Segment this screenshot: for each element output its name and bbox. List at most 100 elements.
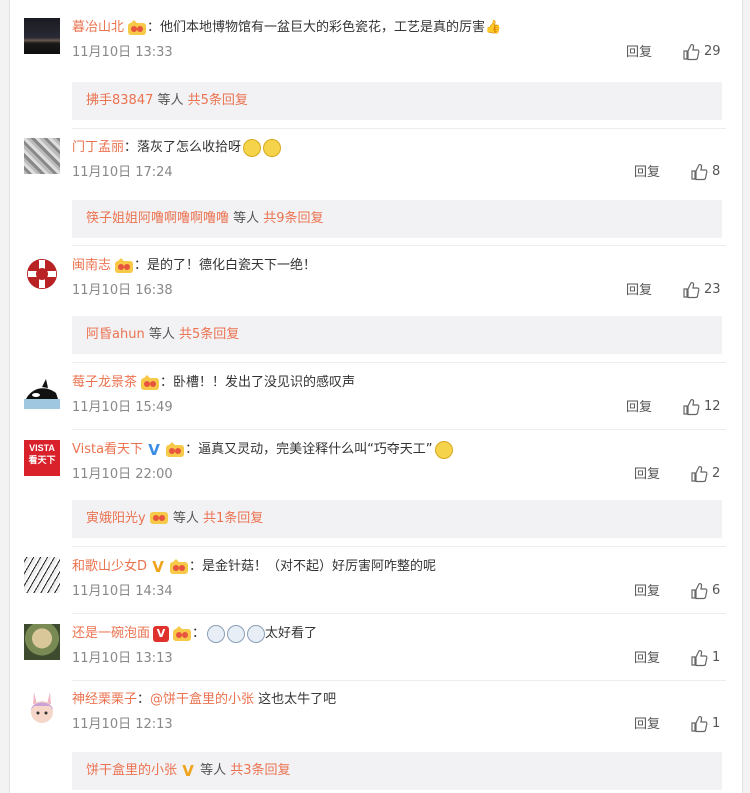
- mention-link[interactable]: @饼干盒里的小张: [150, 692, 254, 707]
- comment-time: 11月10日 17:24: [72, 165, 173, 180]
- divider: [72, 546, 726, 547]
- laugh-cry-emoji-icon: [263, 138, 282, 157]
- reply-button[interactable]: 回复: [634, 583, 660, 601]
- comment-time: 11月10日 13:13: [72, 651, 173, 666]
- thinking-emoji-icon: [434, 440, 453, 459]
- username-link[interactable]: 暮冶山北: [72, 20, 124, 35]
- avatar-logo-text: VISTA: [29, 443, 55, 453]
- vista-logo-avatar[interactable]: VISTA 看天下: [24, 440, 60, 476]
- reply-button[interactable]: 回复: [634, 716, 660, 734]
- comment-time: 11月10日 15:49: [72, 400, 173, 415]
- sub-reply-user[interactable]: 筷子姐姐阿噜啊噜啊噜噜: [86, 211, 229, 226]
- reply-button[interactable]: 回复: [626, 282, 652, 300]
- right-frame-border: [742, 0, 750, 793]
- verified-v-icon: V: [182, 761, 194, 780]
- fan-badge-icon: [165, 441, 185, 458]
- reply-button[interactable]: 回复: [626, 399, 652, 417]
- thumbs-up-icon: [691, 163, 708, 180]
- fan-badge-icon: [169, 558, 189, 575]
- sub-reply-user[interactable]: 饼干盒里的小张: [86, 763, 177, 778]
- like-button[interactable]: 1: [690, 648, 720, 668]
- avatar-logo-text: 看天下: [28, 455, 56, 465]
- username-link[interactable]: 神经栗栗子: [72, 692, 137, 707]
- sub-reply-count-link[interactable]: 共1条回复: [203, 511, 263, 526]
- comment-text: 太好看了: [265, 626, 318, 641]
- fan-badge-icon: [172, 625, 192, 642]
- sub-replies-box[interactable]: 寅娥阳光y 等人 共1条回复: [72, 500, 722, 538]
- like-button[interactable]: 29: [682, 42, 721, 62]
- like-count: 29: [704, 44, 721, 59]
- like-button[interactable]: 1: [690, 714, 720, 734]
- verified-v-icon: V: [152, 557, 164, 576]
- reply-button[interactable]: 回复: [626, 44, 652, 62]
- comment-text: ：是金针菇！（对不起）好厉害阿咋整的呢: [189, 559, 437, 574]
- like-button[interactable]: 12: [682, 397, 721, 417]
- sub-reply-mid: 等人: [153, 93, 188, 108]
- sub-reply-count-link[interactable]: 共9条回复: [263, 211, 323, 226]
- divider: [72, 128, 726, 129]
- comment-text: ：卧槽！！发出了没见识的感叹声: [160, 375, 356, 390]
- orca-avatar[interactable]: [24, 373, 60, 409]
- thumbs-up-icon: [683, 281, 700, 298]
- thumbs-up-icon: [691, 582, 708, 599]
- sub-replies-box[interactable]: 筷子姐姐阿噜啊噜啊噜噜 等人 共9条回复: [72, 200, 722, 238]
- sub-reply-count-link[interactable]: 共5条回复: [179, 327, 239, 342]
- like-button[interactable]: 2: [690, 464, 720, 484]
- comment-time: 11月10日 13:33: [72, 45, 173, 60]
- colon-text: ：: [192, 626, 206, 641]
- sub-replies-box[interactable]: 阿昏ahun 等人 共5条回复: [72, 316, 722, 354]
- like-count: 1: [712, 716, 721, 731]
- reply-button[interactable]: 回复: [634, 650, 660, 668]
- comment-text: 这也太牛了吧: [254, 692, 337, 707]
- username-link[interactable]: 莓子龙景茶: [72, 375, 137, 390]
- doge-emoji-icon: [227, 624, 246, 643]
- dark-landscape-avatar[interactable]: [24, 18, 60, 54]
- username-link[interactable]: 还是一碗泡面: [72, 626, 150, 641]
- thumbs-up-icon: [683, 43, 700, 60]
- sub-reply-count-link[interactable]: 共5条回复: [188, 93, 248, 108]
- like-button[interactable]: 23: [682, 280, 721, 300]
- comment-line: 神经栗栗子：@饼干盒里的小张 这也太牛了吧: [72, 690, 336, 710]
- username-link[interactable]: 和歌山少女D: [72, 559, 147, 574]
- comment-line: Vista看天下 V ：逼真又灵动，完美诠释什么叫“巧夺天工”: [72, 440, 453, 460]
- cartoon-avatar[interactable]: [24, 624, 60, 660]
- red-ornament-avatar[interactable]: [24, 256, 60, 292]
- sub-replies-box[interactable]: 饼干盒里的小张 V 等人 共3条回复: [72, 752, 722, 790]
- gray-photo-avatar[interactable]: [24, 138, 60, 174]
- reply-button[interactable]: 回复: [634, 466, 660, 484]
- comment-time: 11月10日 14:34: [72, 584, 173, 599]
- username-link[interactable]: Vista看天下: [72, 442, 143, 457]
- username-link[interactable]: 闽南志: [72, 258, 111, 273]
- comment-time: 11月10日 22:00: [72, 467, 173, 482]
- sub-reply-mid: 等人: [229, 211, 264, 226]
- comment-text: ：落灰了怎么收拾呀: [124, 140, 242, 155]
- fan-badge-icon: [114, 257, 134, 274]
- sub-reply-user[interactable]: 阿昏ahun: [86, 327, 145, 342]
- username-link[interactable]: 门丁孟丽: [72, 140, 124, 155]
- sub-reply-mid: 等人: [168, 511, 203, 526]
- like-count: 23: [704, 282, 721, 297]
- divider: [72, 680, 726, 681]
- comment-line: 还是一碗泡面 V ： 太好看了: [72, 624, 317, 644]
- manga-avatar[interactable]: [24, 557, 60, 593]
- like-button[interactable]: 6: [690, 581, 720, 601]
- divider: [72, 245, 726, 246]
- bunny-girl-avatar[interactable]: [24, 690, 60, 726]
- laugh-cry-emoji-icon: [243, 138, 262, 157]
- colon-text: ：: [137, 692, 151, 707]
- comment-line: 暮冶山北 ：他们本地博物馆有一盆巨大的彩色瓷花，工艺是真的厉害👍: [72, 18, 501, 38]
- reply-button[interactable]: 回复: [634, 164, 660, 182]
- sub-reply-mid: 等人: [144, 327, 179, 342]
- sub-replies-box[interactable]: 拂手83847 等人 共5条回复: [72, 82, 722, 120]
- comment-text: ：是的了！德化白瓷天下一绝！: [134, 258, 317, 273]
- comment-line: 和歌山少女D V ：是金针菇！（对不起）好厉害阿咋整的呢: [72, 557, 436, 577]
- comment-line: 闽南志 ：是的了！德化白瓷天下一绝！: [72, 256, 316, 276]
- sub-reply-user[interactable]: 拂手83847: [86, 93, 153, 108]
- sub-reply-user[interactable]: 寅娥阳光y: [86, 511, 146, 526]
- like-count: 2: [712, 466, 721, 481]
- sub-reply-count-link[interactable]: 共3条回复: [230, 763, 290, 778]
- like-button[interactable]: 8: [690, 162, 720, 182]
- divider: [72, 613, 726, 614]
- thumbs-up-icon: [683, 398, 700, 415]
- comment-line: 莓子龙景茶 ：卧槽！！发出了没见识的感叹声: [72, 373, 355, 393]
